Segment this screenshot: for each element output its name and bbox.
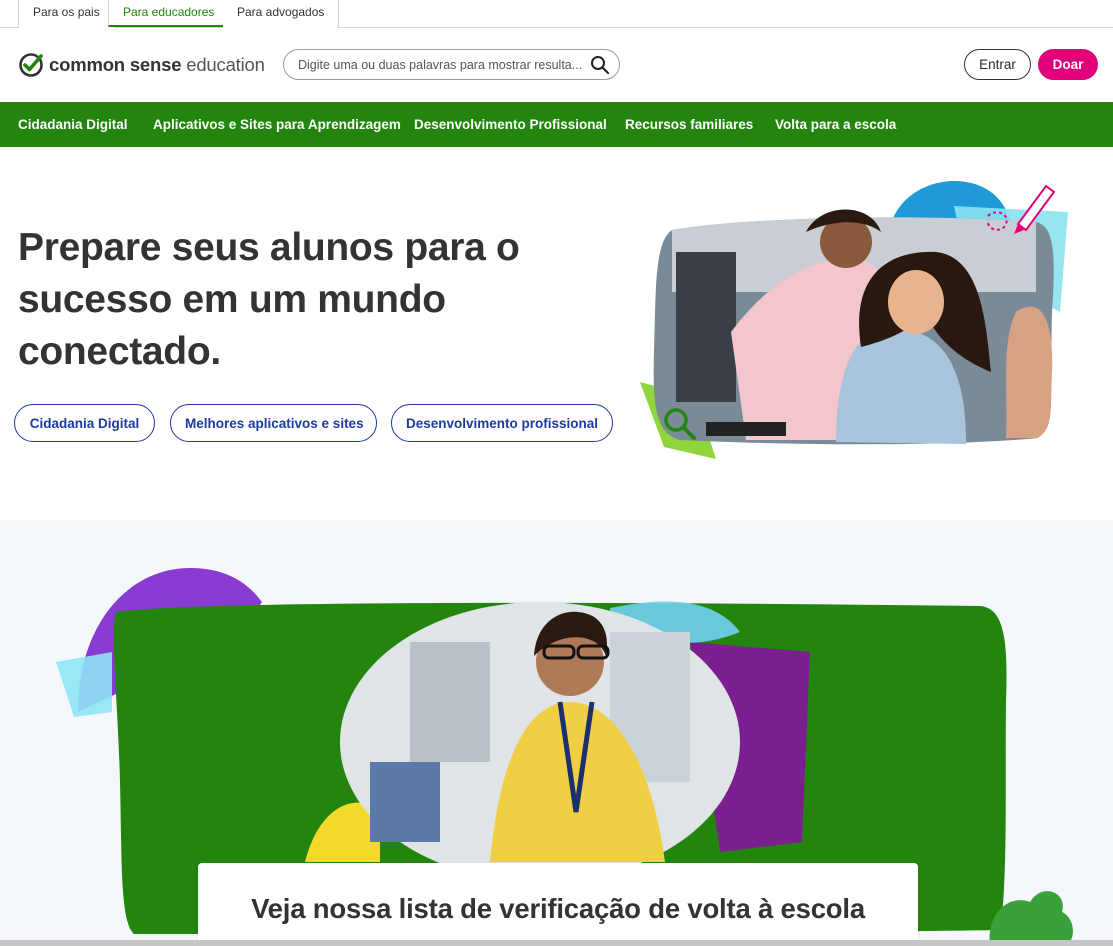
nav-family-resources[interactable]: Recursos familiares (625, 102, 753, 147)
logo-wordmark: common sense education (49, 54, 265, 75)
site-logo[interactable]: common sense education (18, 52, 265, 78)
checklist-card[interactable]: Veja nossa lista de verificação de volta… (198, 863, 918, 946)
nav-professional-development[interactable]: Desenvolvimento Profissional (414, 102, 607, 147)
main-nav: Cidadania Digital Aplicativos e Sites pa… (0, 102, 1113, 147)
photo-books (370, 762, 440, 842)
hero-title: Prepare seus alunos para o sucesso em um… (18, 226, 520, 373)
photo-monitor (676, 252, 736, 402)
tab-educators[interactable]: Para educadores (108, 0, 230, 27)
search-input[interactable] (298, 50, 582, 79)
nav-apps-sites[interactable]: Aplicativos e Sites para Aprendizagem (153, 102, 401, 147)
tab-parents[interactable]: Para os pais (18, 0, 115, 28)
search-icon[interactable] (590, 55, 610, 75)
photo-side-student (1006, 306, 1053, 438)
hero-button-professional-development[interactable]: Desenvolvimento profissional (391, 404, 613, 442)
tab-advocates[interactable]: Para advogados (223, 0, 340, 28)
hero-button-best-apps[interactable]: Melhores aplicativos e sites (170, 404, 377, 442)
site-header: common sense education Entrar Doar (0, 28, 1113, 102)
photo-keyboard (706, 422, 786, 436)
photo-window (410, 642, 490, 762)
horizontal-scrollbar[interactable] (0, 940, 1113, 946)
hero-button-digital-citizenship[interactable]: Cidadania Digital (14, 404, 155, 442)
nav-digital-citizenship[interactable]: Cidadania Digital (18, 102, 128, 147)
search-box (283, 49, 620, 80)
hero-illustration (640, 181, 1068, 459)
cyan-tile (56, 652, 112, 717)
check-circle-icon (19, 53, 43, 77)
donate-button[interactable]: Doar (1038, 49, 1098, 80)
audience-tab-bar: Para os pais Para educadores Para advoga… (0, 0, 1113, 28)
checklist-card-title: Veja nossa lista de verificação de volta… (251, 893, 865, 924)
photo-student-face (888, 270, 944, 334)
nav-back-to-school[interactable]: Volta para a escola (775, 102, 896, 147)
login-button[interactable]: Entrar (964, 49, 1031, 80)
